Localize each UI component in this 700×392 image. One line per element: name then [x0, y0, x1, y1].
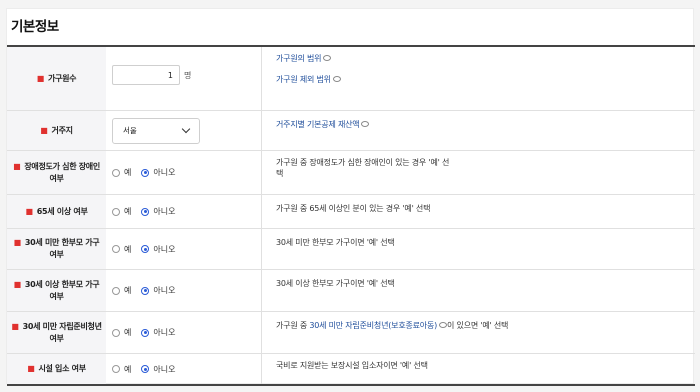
row-description: 국비로 지원받는 보장시설 입소자이면 '예' 선택 [276, 361, 428, 370]
radio-no-label[interactable]: 아니오 [153, 206, 175, 217]
row-household-size: ■ 가구원수 1 명 가구원의 범위 가구원 제외 범위 [7, 47, 695, 111]
radio-yes-label[interactable]: 예 [124, 285, 131, 296]
required-mark: ■ [13, 279, 22, 289]
row-label: 30세 미만 자립준비청년 여부 [22, 321, 102, 343]
section-title: 기본정보 [11, 19, 59, 35]
household-size-help: 가구원의 범위 가구원 제외 범위 [262, 47, 695, 110]
household-size-unit: 명 [184, 71, 192, 80]
desc-text-before: 가구원 중 [276, 321, 310, 330]
radio-cell: 예 아니오 [106, 195, 262, 228]
row-description: 30세 미만 한부모 가구이면 '예' 선택 [276, 238, 395, 247]
radio-cell: 예 아니오 [106, 270, 262, 311]
row-header: ■ 30세 미만 한부모 가구 여부 [7, 229, 106, 269]
row-header: ■ 65세 이상 여부 [7, 195, 106, 228]
row-single-parent-over-30: ■ 30세 이상 한부모 가구 여부 예 아니오 30세 이상 한부모 가구이면 … [7, 270, 695, 312]
row-description: 가구원 중 30세 미만 자립준비청년(보호종료아동) 이 있으면 '예' 선택 [262, 312, 695, 353]
basic-info-panel: 기본정보 ■ 가구원수 1 명 가구원의 범위 가구원 제외 범위 ■ 거주지 … [6, 8, 695, 386]
row-facility-admission: ■ 시설 입소 여부 예 아니오 국비로 지원받는 보장시설 입소자이면 '예' … [7, 354, 695, 384]
row-label: 30세 미만 한부모 가구 여부 [24, 238, 100, 259]
radio-cell: 예 아니오 [106, 229, 262, 269]
row-residence: ■ 거주지 서울 거주지별 기본공제 재산액 [7, 111, 695, 151]
radio-yes[interactable] [112, 328, 120, 337]
row-label: 가구원수 [48, 73, 77, 83]
radio-group: 예 아니오 [112, 244, 181, 255]
radio-no-label[interactable]: 아니오 [153, 285, 175, 296]
radio-no-label[interactable]: 아니오 [153, 167, 175, 178]
row-header: ■ 장애정도가 심한 장애인 여부 [7, 151, 106, 194]
radio-no[interactable] [141, 245, 150, 253]
row-header: ■ 가구원수 [7, 47, 106, 110]
radio-no[interactable] [141, 286, 150, 295]
residence-help: 거주지별 기본공제 재산액 [262, 111, 695, 150]
radio-group: 예 아니오 [112, 285, 181, 296]
residence-select[interactable]: 서울 [112, 117, 200, 144]
household-range-link[interactable]: 가구원의 범위 [276, 54, 322, 63]
speech-bubble-icon[interactable] [323, 54, 332, 61]
radio-no[interactable] [141, 207, 150, 216]
speech-bubble-icon[interactable] [439, 321, 448, 328]
household-size-input[interactable]: 1 [112, 65, 180, 85]
radio-yes-label[interactable]: 예 [124, 364, 131, 375]
radio-yes[interactable] [112, 286, 120, 295]
row-description: 30세 이상 한부모 가구이면 '예' 선택 [276, 279, 395, 288]
required-mark: ■ [11, 321, 19, 331]
row-label: 30세 이상 한부모 가구 여부 [24, 279, 100, 301]
row-description: 가구원 중 장애정도가 심한 장애인이 있는 경우 '예' 선택 [276, 158, 450, 178]
radio-cell: 예 아니오 [106, 312, 262, 353]
row-header: ■ 시설 입소 여부 [7, 354, 106, 384]
self-reliant-youth-link[interactable]: 30세 미만 자립준비청년(보호종료아동) [309, 321, 437, 330]
chevron-down-icon [181, 124, 191, 134]
row-header: ■ 30세 이상 한부모 가구 여부 [7, 270, 106, 311]
row-self-reliant-youth: ■ 30세 미만 자립준비청년 여부 예 아니오 가구원 중 30세 미만 자립준… [7, 312, 695, 354]
radio-yes[interactable] [112, 245, 120, 253]
row-label: 장애정도가 심한 장애인 여부 [24, 161, 100, 183]
radio-no-label[interactable]: 아니오 [153, 327, 175, 338]
radio-cell: 예 아니오 [106, 354, 262, 384]
required-mark: ■ [36, 73, 45, 83]
speech-bubble-icon[interactable] [361, 120, 370, 127]
speech-bubble-icon[interactable] [332, 75, 341, 82]
row-header: ■ 거주지 [7, 111, 106, 150]
residence-selected: 서울 [123, 126, 137, 135]
radio-cell: 예 아니오 [106, 151, 262, 194]
radio-yes[interactable] [112, 207, 120, 216]
row-label: 시설 입소 여부 [38, 364, 86, 373]
required-mark: ■ [27, 364, 35, 373]
radio-group: 예 아니오 [112, 364, 181, 375]
residence-deduction-link[interactable]: 거주지별 기본공제 재산액 [276, 120, 360, 129]
radio-group: 예 아니오 [112, 167, 181, 178]
required-mark: ■ [25, 206, 33, 216]
required-mark: ■ [13, 161, 21, 171]
basic-info-table: ■ 가구원수 1 명 가구원의 범위 가구원 제외 범위 ■ 거주지 서울 거주… [7, 45, 695, 386]
radio-no[interactable] [141, 365, 150, 373]
radio-no-label[interactable]: 아니오 [153, 364, 175, 375]
radio-no[interactable] [141, 168, 150, 177]
row-age-65: ■ 65세 이상 여부 예 아니오 가구원 중 65세 이상인 분이 있는 경우 … [7, 195, 695, 229]
row-severe-disability: ■ 장애정도가 심한 장애인 여부 예 아니오 가구원 중 장애정도가 심한 장애… [7, 151, 695, 195]
radio-yes[interactable] [112, 168, 120, 177]
radio-yes-label[interactable]: 예 [124, 244, 131, 255]
residence-cell: 서울 [106, 111, 262, 150]
row-description: 가구원 중 65세 이상인 분이 있는 경우 '예' 선택 [276, 204, 431, 213]
required-mark: ■ [40, 125, 48, 135]
row-single-parent-under-30: ■ 30세 미만 한부모 가구 여부 예 아니오 30세 미만 한부모 가구이면 … [7, 229, 695, 270]
radio-no[interactable] [141, 328, 150, 337]
radio-yes-label[interactable]: 예 [124, 167, 131, 178]
radio-group: 예 아니오 [112, 206, 181, 217]
row-header: ■ 30세 미만 자립준비청년 여부 [7, 312, 106, 353]
required-mark: ■ [13, 238, 22, 247]
radio-yes-label[interactable]: 예 [124, 206, 131, 217]
household-exclusion-link[interactable]: 가구원 제외 범위 [276, 75, 331, 84]
row-label: 거주지 [51, 125, 73, 135]
radio-yes[interactable] [112, 365, 120, 373]
radio-no-label[interactable]: 아니오 [153, 244, 175, 255]
desc-text-after: 이 있으면 '예' 선택 [447, 321, 509, 330]
radio-group: 예 아니오 [112, 327, 181, 338]
household-size-cell: 1 명 [106, 47, 262, 110]
row-label: 65세 이상 여부 [36, 206, 88, 216]
radio-yes-label[interactable]: 예 [124, 327, 131, 338]
